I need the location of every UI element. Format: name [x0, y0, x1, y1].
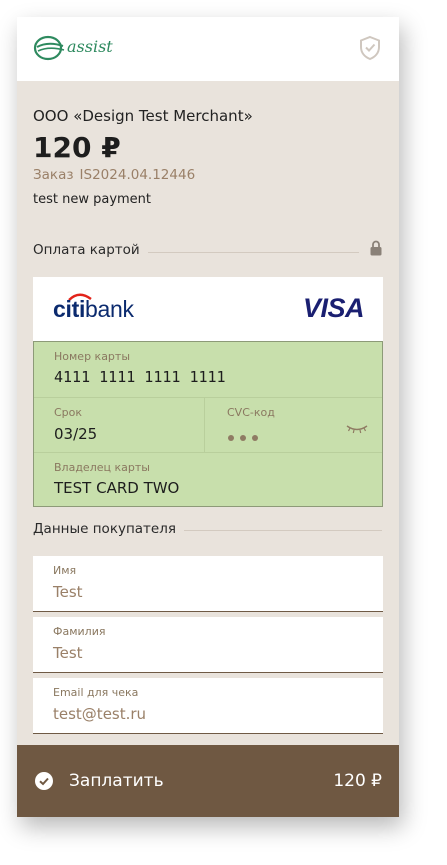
card-holder-field[interactable]: Владелец карты TEST CARD TWO: [34, 453, 382, 506]
order-number: IS2024.04.12446: [79, 167, 196, 183]
card-section-title: Оплата картой: [33, 242, 148, 258]
bank-logo-suffix: bank: [85, 296, 134, 322]
card-holder-value: TEST CARD TWO: [54, 479, 180, 497]
eye-closed-icon[interactable]: [346, 422, 368, 436]
header: assist: [17, 17, 399, 81]
pay-button-amount: 120 ₽: [333, 771, 382, 791]
order-label: Заказ: [33, 167, 74, 183]
card-header: citibank VISA: [33, 277, 383, 341]
card-holder-label: Владелец карты: [54, 461, 150, 474]
cvc-label: CVC-код: [227, 406, 275, 419]
last-name-field[interactable]: Фамилия Test: [33, 617, 383, 673]
expiry-value: 03/25: [54, 425, 98, 443]
first-name-field[interactable]: Имя Test: [33, 556, 383, 612]
cvc-masked-dots: [228, 426, 264, 445]
payment-description: test new payment: [33, 192, 152, 207]
email-label: Email для чека: [53, 686, 139, 699]
merchant-name: ООО «Design Test Merchant»: [33, 107, 253, 125]
last-name-value: Test: [53, 644, 83, 662]
shield-check-icon: [360, 35, 380, 61]
first-name-value: Test: [53, 583, 83, 601]
card-number-label: Номер карты: [54, 350, 131, 363]
first-name-label: Имя: [53, 564, 77, 577]
expiry-field[interactable]: Срок 03/25: [34, 398, 204, 452]
bank-logo-prefix: citi: [53, 296, 86, 322]
card-number-value: 4111 1111 1111 1111: [54, 368, 226, 386]
assist-logo: assist: [33, 32, 123, 64]
pay-button[interactable]: Заплатить 120 ₽: [17, 745, 399, 817]
payment-amount: 120 ₽: [33, 131, 121, 164]
payment-form: assist ООО «Design Test Merchant» 120 ₽ …: [17, 17, 399, 817]
bank-logo: citibank: [53, 296, 134, 323]
card-fields: Номер карты 4111 1111 1111 1111 Срок 03/…: [33, 341, 383, 507]
visa-logo: VISA: [302, 293, 365, 323]
buyer-section-title: Данные покупателя: [33, 521, 184, 537]
pay-button-label: Заплатить: [69, 771, 164, 791]
card-widget: citibank VISA Номер карты 4111 1111 1111…: [33, 277, 383, 507]
order-info: Заказ IS2024.04.12446: [33, 167, 195, 183]
lock-icon: [370, 240, 382, 256]
expiry-label: Срок: [54, 406, 83, 419]
section-divider: [137, 252, 359, 253]
email-field[interactable]: Email для чека test@test.ru: [33, 678, 383, 734]
email-value: test@test.ru: [53, 705, 147, 723]
assist-logo-icon: [33, 35, 65, 61]
card-number-field[interactable]: Номер карты 4111 1111 1111 1111: [34, 342, 382, 397]
last-name-label: Фамилия: [53, 625, 106, 638]
section-divider: [177, 530, 382, 531]
assist-logo-text: assist: [67, 37, 113, 56]
check-circle-icon: [35, 772, 53, 790]
